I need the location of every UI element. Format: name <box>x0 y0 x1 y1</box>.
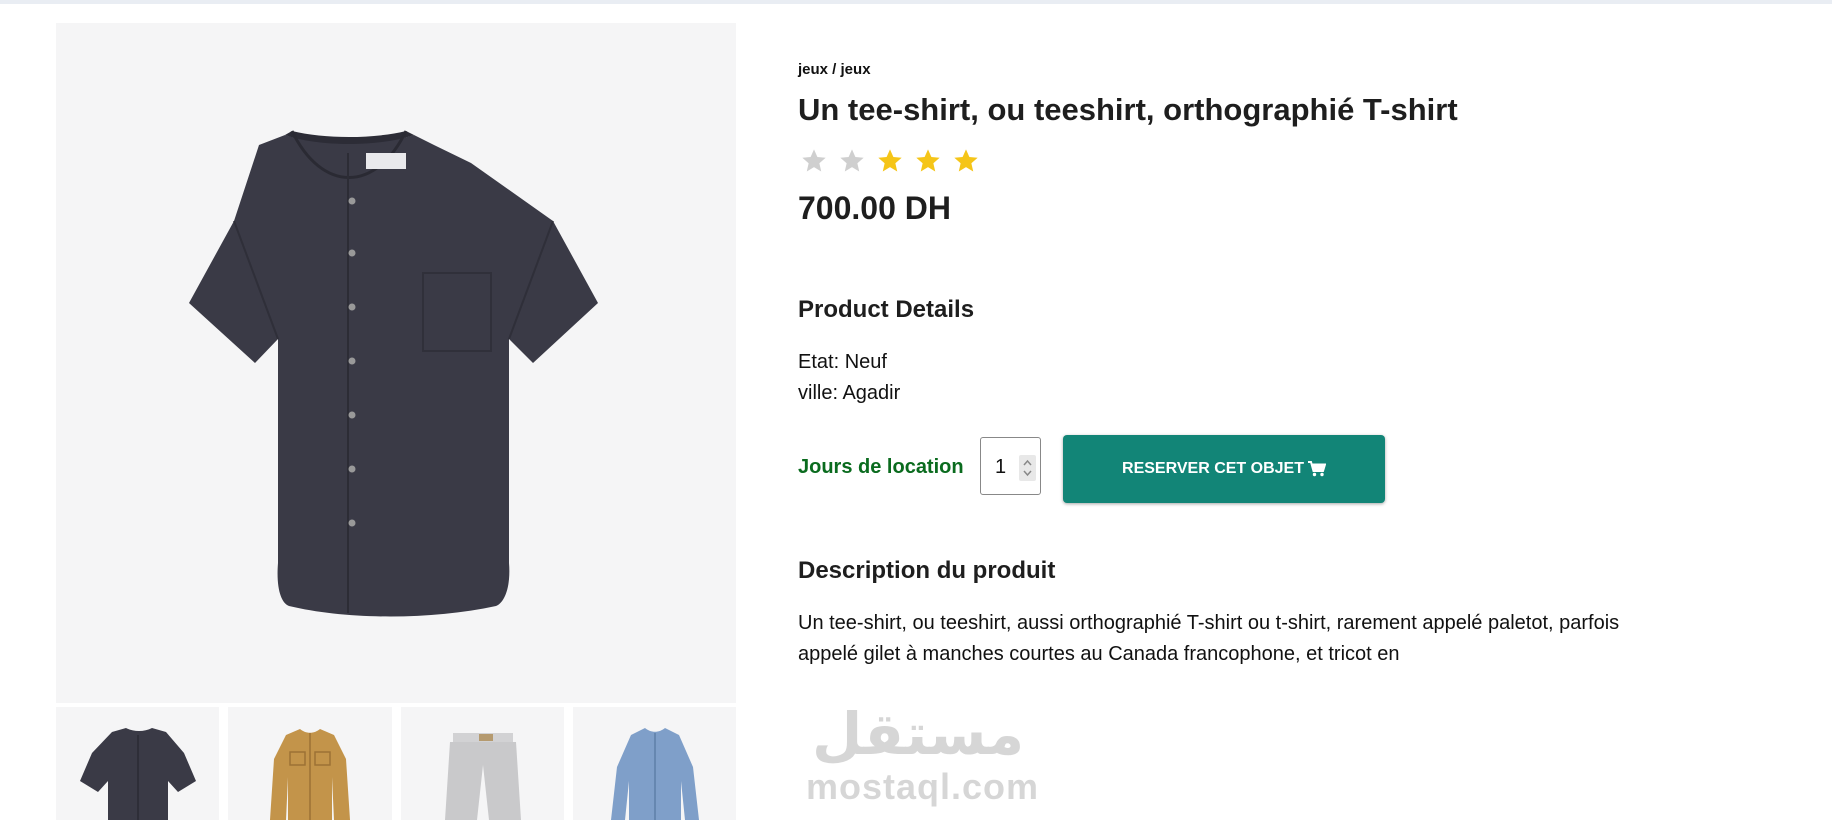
product-title: Un tee-shirt, ou teeshirt, orthographié … <box>798 92 1458 127</box>
cart-icon <box>1307 461 1326 477</box>
product-details-heading: Product Details <box>798 296 975 323</box>
detail-condition: Etat: Neuf <box>798 351 887 373</box>
thumbnail-dark-shirt[interactable] <box>56 707 220 820</box>
thumbnail-grey-trousers[interactable] <box>400 707 564 820</box>
quantity-stepper[interactable]: 1 <box>980 437 1041 495</box>
star-icon <box>916 149 940 172</box>
product-main-image <box>56 23 736 703</box>
star-icon <box>878 149 902 172</box>
watermark-logo: مستقل mostaql.com <box>806 700 1038 810</box>
dark-shirt-image <box>189 130 598 617</box>
star-icon <box>954 149 978 172</box>
thumbnail-blue-shirt[interactable] <box>572 707 736 820</box>
detail-city: ville: Agadir <box>798 382 901 404</box>
watermark-arabic: مستقل <box>812 700 1025 768</box>
description-heading: Description du produit <box>798 557 1056 584</box>
description-text: Un tee-shirt, ou teeshirt, aussi orthogr… <box>798 612 1620 665</box>
star-rating <box>800 147 980 175</box>
thumbnail-gallery <box>56 707 736 820</box>
star-icon <box>802 149 826 172</box>
quantity-value: 1 <box>995 456 1007 478</box>
star-icon <box>840 149 864 172</box>
reserve-button-label: RESERVER CET OBJET <box>1122 460 1304 477</box>
reserve-button[interactable]: RESERVER CET OBJET <box>1063 435 1385 503</box>
thumbnail-tan-jacket[interactable] <box>228 707 392 820</box>
spinner-arrows-icon[interactable] <box>1019 455 1036 481</box>
watermark-latin: mostaql.com <box>806 766 1040 807</box>
product-price: 700.00 DH <box>798 190 951 226</box>
rental-days-label: Jours de location <box>798 456 964 478</box>
top-border <box>0 0 1832 4</box>
breadcrumb[interactable]: jeux / jeux <box>798 61 871 78</box>
